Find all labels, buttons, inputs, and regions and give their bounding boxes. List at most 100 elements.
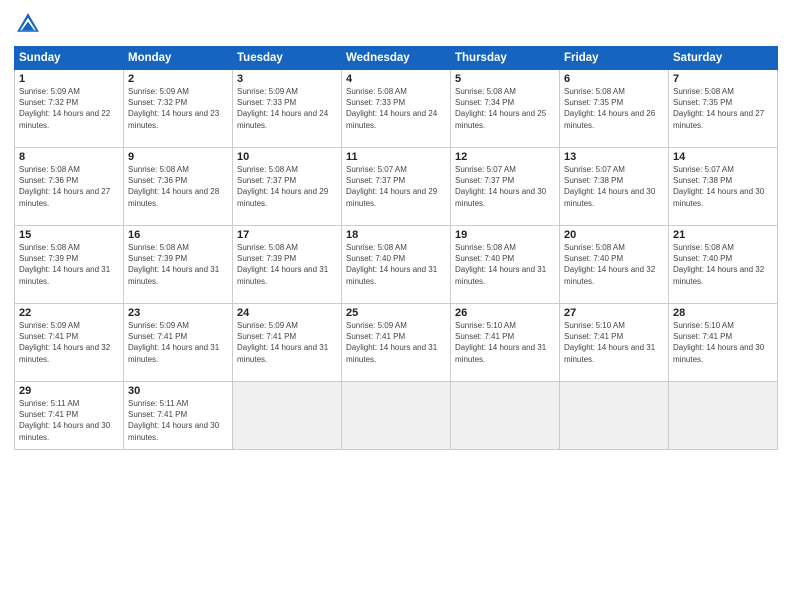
table-row [233, 382, 342, 450]
day-info: Sunrise: 5:09 AMSunset: 7:33 PMDaylight:… [237, 86, 337, 131]
table-row: 7Sunrise: 5:08 AMSunset: 7:35 PMDaylight… [669, 70, 778, 148]
calendar-week-row: 1Sunrise: 5:09 AMSunset: 7:32 PMDaylight… [15, 70, 778, 148]
table-row: 27Sunrise: 5:10 AMSunset: 7:41 PMDayligh… [560, 304, 669, 382]
day-number: 20 [564, 229, 664, 241]
table-row: 17Sunrise: 5:08 AMSunset: 7:39 PMDayligh… [233, 226, 342, 304]
day-number: 28 [673, 307, 773, 319]
day-info: Sunrise: 5:09 AMSunset: 7:41 PMDaylight:… [237, 320, 337, 365]
th-monday: Monday [124, 47, 233, 70]
day-number: 9 [128, 151, 228, 163]
day-number: 6 [564, 73, 664, 85]
day-info: Sunrise: 5:08 AMSunset: 7:39 PMDaylight:… [128, 242, 228, 287]
day-number: 5 [455, 73, 555, 85]
table-row: 8Sunrise: 5:08 AMSunset: 7:36 PMDaylight… [15, 148, 124, 226]
table-row: 23Sunrise: 5:09 AMSunset: 7:41 PMDayligh… [124, 304, 233, 382]
table-row: 24Sunrise: 5:09 AMSunset: 7:41 PMDayligh… [233, 304, 342, 382]
table-row: 2Sunrise: 5:09 AMSunset: 7:32 PMDaylight… [124, 70, 233, 148]
th-sunday: Sunday [15, 47, 124, 70]
day-info: Sunrise: 5:08 AMSunset: 7:35 PMDaylight:… [673, 86, 773, 131]
table-row [669, 382, 778, 450]
table-row: 15Sunrise: 5:08 AMSunset: 7:39 PMDayligh… [15, 226, 124, 304]
day-info: Sunrise: 5:08 AMSunset: 7:35 PMDaylight:… [564, 86, 664, 131]
table-row: 10Sunrise: 5:08 AMSunset: 7:37 PMDayligh… [233, 148, 342, 226]
day-info: Sunrise: 5:08 AMSunset: 7:33 PMDaylight:… [346, 86, 446, 131]
day-info: Sunrise: 5:09 AMSunset: 7:32 PMDaylight:… [128, 86, 228, 131]
calendar-week-row: 15Sunrise: 5:08 AMSunset: 7:39 PMDayligh… [15, 226, 778, 304]
day-number: 13 [564, 151, 664, 163]
day-info: Sunrise: 5:07 AMSunset: 7:37 PMDaylight:… [346, 164, 446, 209]
day-info: Sunrise: 5:09 AMSunset: 7:41 PMDaylight:… [128, 320, 228, 365]
day-info: Sunrise: 5:08 AMSunset: 7:39 PMDaylight:… [237, 242, 337, 287]
days-header-row: Sunday Monday Tuesday Wednesday Thursday… [15, 47, 778, 70]
day-info: Sunrise: 5:08 AMSunset: 7:34 PMDaylight:… [455, 86, 555, 131]
day-number: 1 [19, 73, 119, 85]
day-number: 21 [673, 229, 773, 241]
logo [14, 10, 44, 38]
day-info: Sunrise: 5:08 AMSunset: 7:37 PMDaylight:… [237, 164, 337, 209]
table-row: 19Sunrise: 5:08 AMSunset: 7:40 PMDayligh… [451, 226, 560, 304]
day-number: 12 [455, 151, 555, 163]
table-row: 13Sunrise: 5:07 AMSunset: 7:38 PMDayligh… [560, 148, 669, 226]
day-number: 30 [128, 385, 228, 397]
day-info: Sunrise: 5:08 AMSunset: 7:39 PMDaylight:… [19, 242, 119, 287]
table-row: 21Sunrise: 5:08 AMSunset: 7:40 PMDayligh… [669, 226, 778, 304]
day-info: Sunrise: 5:10 AMSunset: 7:41 PMDaylight:… [673, 320, 773, 365]
day-info: Sunrise: 5:08 AMSunset: 7:40 PMDaylight:… [673, 242, 773, 287]
day-info: Sunrise: 5:07 AMSunset: 7:38 PMDaylight:… [673, 164, 773, 209]
day-number: 26 [455, 307, 555, 319]
table-row: 11Sunrise: 5:07 AMSunset: 7:37 PMDayligh… [342, 148, 451, 226]
page: Sunday Monday Tuesday Wednesday Thursday… [0, 0, 792, 612]
table-row: 22Sunrise: 5:09 AMSunset: 7:41 PMDayligh… [15, 304, 124, 382]
calendar-week-row: 29 Sunrise: 5:11 AMSunset: 7:41 PMDayligh… [15, 382, 778, 450]
calendar-week-row: 8Sunrise: 5:08 AMSunset: 7:36 PMDaylight… [15, 148, 778, 226]
table-row: 14Sunrise: 5:07 AMSunset: 7:38 PMDayligh… [669, 148, 778, 226]
day-number: 3 [237, 73, 337, 85]
day-number: 18 [346, 229, 446, 241]
day-info: Sunrise: 5:08 AMSunset: 7:40 PMDaylight:… [564, 242, 664, 287]
day-info: Sunrise: 5:07 AMSunset: 7:38 PMDaylight:… [564, 164, 664, 209]
table-row: 20Sunrise: 5:08 AMSunset: 7:40 PMDayligh… [560, 226, 669, 304]
day-info: Sunrise: 5:08 AMSunset: 7:36 PMDaylight:… [128, 164, 228, 209]
table-row: 9Sunrise: 5:08 AMSunset: 7:36 PMDaylight… [124, 148, 233, 226]
day-info: Sunrise: 5:09 AMSunset: 7:32 PMDaylight:… [19, 86, 119, 131]
table-row: 12Sunrise: 5:07 AMSunset: 7:37 PMDayligh… [451, 148, 560, 226]
table-row: 29Sunrise: 5:11 AMSunset: 7:41 PMDayligh… [15, 382, 124, 450]
day-info: Sunrise: 5:11 AMSunset: 7:41 PMDaylight:… [128, 398, 228, 443]
logo-icon [14, 10, 42, 38]
day-number: 24 [237, 307, 337, 319]
day-info: Sunrise: 5:10 AMSunset: 7:41 PMDaylight:… [564, 320, 664, 365]
day-number: 23 [128, 307, 228, 319]
table-row: 30Sunrise: 5:11 AMSunset: 7:41 PMDayligh… [124, 382, 233, 450]
table-row: 6Sunrise: 5:08 AMSunset: 7:35 PMDaylight… [560, 70, 669, 148]
calendar-table: Sunday Monday Tuesday Wednesday Thursday… [14, 46, 778, 450]
day-number: 22 [19, 307, 119, 319]
th-saturday: Saturday [669, 47, 778, 70]
table-row: 5Sunrise: 5:08 AMSunset: 7:34 PMDaylight… [451, 70, 560, 148]
day-number: 4 [346, 73, 446, 85]
table-row: 28Sunrise: 5:10 AMSunset: 7:41 PMDayligh… [669, 304, 778, 382]
day-number: 17 [237, 229, 337, 241]
day-info: Sunrise: 5:09 AMSunset: 7:41 PMDaylight:… [346, 320, 446, 365]
th-wednesday: Wednesday [342, 47, 451, 70]
day-info: Sunrise: 5:08 AMSunset: 7:36 PMDaylight:… [19, 164, 119, 209]
day-number: 29 [19, 385, 119, 397]
table-row [560, 382, 669, 450]
day-number: 19 [455, 229, 555, 241]
table-row: 16Sunrise: 5:08 AMSunset: 7:39 PMDayligh… [124, 226, 233, 304]
day-number: 2 [128, 73, 228, 85]
table-row: 25Sunrise: 5:09 AMSunset: 7:41 PMDayligh… [342, 304, 451, 382]
table-row: 18Sunrise: 5:08 AMSunset: 7:40 PMDayligh… [342, 226, 451, 304]
day-number: 7 [673, 73, 773, 85]
table-row: 1Sunrise: 5:09 AMSunset: 7:32 PMDaylight… [15, 70, 124, 148]
table-row: 4Sunrise: 5:08 AMSunset: 7:33 PMDaylight… [342, 70, 451, 148]
th-thursday: Thursday [451, 47, 560, 70]
day-number: 16 [128, 229, 228, 241]
calendar-week-row: 22 Sunrise: 5:09 AMSunset: 7:41 PMDayligh… [15, 304, 778, 382]
table-row [451, 382, 560, 450]
day-info: Sunrise: 5:10 AMSunset: 7:41 PMDaylight:… [455, 320, 555, 365]
day-number: 11 [346, 151, 446, 163]
day-info: Sunrise: 5:08 AMSunset: 7:40 PMDaylight:… [455, 242, 555, 287]
day-number: 10 [237, 151, 337, 163]
day-number: 25 [346, 307, 446, 319]
day-number: 14 [673, 151, 773, 163]
